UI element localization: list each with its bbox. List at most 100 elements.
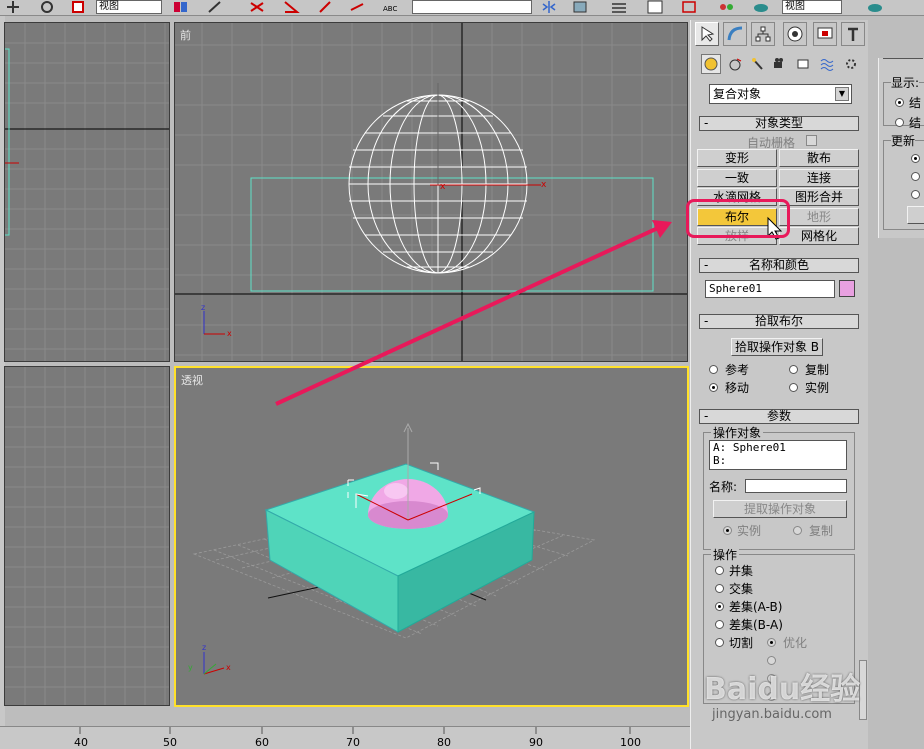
display-tab[interactable] <box>813 22 837 46</box>
pivot-icon[interactable] <box>172 0 190 14</box>
move-label: 移动 <box>725 381 750 395</box>
parameters-rollout-header[interactable]: - 参数 <box>699 409 859 424</box>
update-option-3-radio[interactable] <box>911 190 920 199</box>
update-option-1-radio[interactable] <box>911 154 920 163</box>
pick-operand-b-button[interactable]: 拾取操作对象 B <box>731 338 823 356</box>
svg-text:z: z <box>201 303 205 312</box>
chevron-down-icon[interactable]: ▼ <box>835 87 849 101</box>
render-setup-icon[interactable] <box>752 0 770 14</box>
svg-text:y: y <box>188 663 193 672</box>
copy-radio[interactable] <box>789 365 798 374</box>
update-option-2-radio[interactable] <box>911 172 920 181</box>
modify-tab[interactable] <box>723 22 747 46</box>
conform-button[interactable]: 一致 <box>697 169 777 187</box>
subtraction-ba-radio[interactable] <box>715 620 724 629</box>
union-radio[interactable] <box>715 566 724 575</box>
collapse-icon[interactable]: - <box>704 117 708 130</box>
front-axis-tripod: z x <box>201 303 232 338</box>
operand-name-field[interactable] <box>745 479 847 493</box>
percent-snap-icon[interactable] <box>316 0 334 14</box>
object-color-swatch[interactable] <box>839 280 855 297</box>
subtraction-ab-radio[interactable] <box>715 602 724 611</box>
utilities-tab[interactable] <box>841 22 865 46</box>
motion-tab[interactable] <box>783 22 807 46</box>
display-option-2-radio[interactable] <box>895 118 904 127</box>
material-editor-icon[interactable] <box>718 0 736 14</box>
angle-snap-icon[interactable] <box>282 0 300 14</box>
instance-radio[interactable] <box>789 383 798 392</box>
reference-coord-combo[interactable]: 视图 <box>96 0 162 14</box>
front-transform-gizmo[interactable]: x x <box>430 83 547 192</box>
pick-boolean-title: 拾取布尔 <box>754 314 803 328</box>
name-color-rollout-header[interactable]: - 名称和颜色 <box>699 258 859 273</box>
front-viewport-label[interactable]: 前 <box>180 27 191 43</box>
perspective-viewport-label[interactable]: 透视 <box>181 372 203 388</box>
extract-operand-button[interactable]: 提取操作对象 <box>713 500 847 518</box>
hierarchy-tab[interactable] <box>751 22 775 46</box>
space-warps-icon[interactable] <box>817 54 837 74</box>
refine-label: 优化 <box>783 636 808 650</box>
morph-button[interactable]: 变形 <box>697 149 777 167</box>
object-category-dropdown[interactable]: 复合对象 ▼ <box>709 84 852 104</box>
intersection-radio[interactable] <box>715 584 724 593</box>
reference-radio[interactable] <box>709 365 718 374</box>
render-type-combo[interactable]: 视图 <box>782 0 842 14</box>
operand-b-item[interactable]: B: <box>713 454 846 467</box>
secondary-divider <box>883 58 923 68</box>
cut-radio[interactable] <box>715 638 724 647</box>
select-manipulate-icon[interactable] <box>206 0 224 14</box>
ruler-tick-100: 100 <box>620 736 641 749</box>
lights-icon[interactable] <box>747 54 767 74</box>
move-radio[interactable] <box>709 383 718 392</box>
perspective-axis-tripod: z x y <box>188 643 231 675</box>
operand-a-item[interactable]: A: Sphere01 <box>713 441 846 454</box>
mirror-icon[interactable] <box>540 0 558 14</box>
perspective-viewport[interactable]: z x y 透视 <box>174 366 689 707</box>
collapse-icon[interactable]: - <box>704 259 708 272</box>
named-selection-combo[interactable] <box>412 0 532 14</box>
scale-icon[interactable] <box>70 0 88 14</box>
extract-copy-radio[interactable] <box>793 526 802 535</box>
update-button[interactable] <box>907 206 924 224</box>
time-ruler[interactable]: 40 50 60 70 80 90 100 <box>0 726 700 749</box>
quick-render-icon[interactable] <box>866 0 884 14</box>
top-viewport[interactable] <box>4 22 170 362</box>
union-label: 并集 <box>729 564 754 578</box>
watermark-url: jingyan.baidu.com <box>712 707 832 722</box>
display-option-1-radio[interactable] <box>895 98 904 107</box>
systems-icon[interactable] <box>841 54 861 74</box>
move-icon[interactable] <box>4 0 22 14</box>
helpers-icon[interactable] <box>793 54 813 74</box>
scatter-button[interactable]: 散布 <box>779 149 859 167</box>
object-type-rollout-header[interactable]: - 对象类型 <box>699 116 859 131</box>
geometry-icon[interactable] <box>701 54 721 74</box>
operands-list[interactable]: A: Sphere01 B: <box>709 440 847 470</box>
top-viewport-grid <box>5 23 169 361</box>
mesher-button[interactable]: 网格化 <box>779 227 859 245</box>
display-group-label: 显示: <box>891 74 920 91</box>
extract-instance-radio[interactable] <box>723 526 732 535</box>
shapemerge-button[interactable]: 图形合并 <box>779 188 859 206</box>
rotate-icon[interactable] <box>38 0 56 14</box>
shapes-icon[interactable] <box>725 54 745 74</box>
spinner-snap-icon[interactable] <box>348 0 366 14</box>
layers-icon[interactable] <box>610 0 628 14</box>
curve-editor-icon[interactable] <box>646 0 664 14</box>
pick-boolean-rollout-header[interactable]: - 拾取布尔 <box>699 314 859 329</box>
front-viewport[interactable]: x x z x 前 <box>174 22 688 362</box>
collapse-icon[interactable]: - <box>704 410 708 423</box>
create-tab[interactable] <box>695 22 719 46</box>
left-viewport[interactable] <box>4 366 170 706</box>
cameras-icon[interactable] <box>769 54 789 74</box>
schematic-view-icon[interactable] <box>680 0 698 14</box>
object-name-field[interactable]: Sphere01 <box>705 280 835 298</box>
snap-icon[interactable] <box>248 0 266 14</box>
connect-button[interactable]: 连接 <box>779 169 859 187</box>
collapse-icon[interactable]: - <box>704 315 708 328</box>
autogrid-checkbox[interactable] <box>806 135 817 146</box>
refine-radio[interactable] <box>767 638 776 647</box>
perspective-scene: z x y <box>188 422 596 675</box>
align-icon[interactable] <box>572 0 590 14</box>
named-selection-icon[interactable]: ABC <box>382 0 400 14</box>
terrain-button[interactable]: 地形 <box>779 208 859 226</box>
